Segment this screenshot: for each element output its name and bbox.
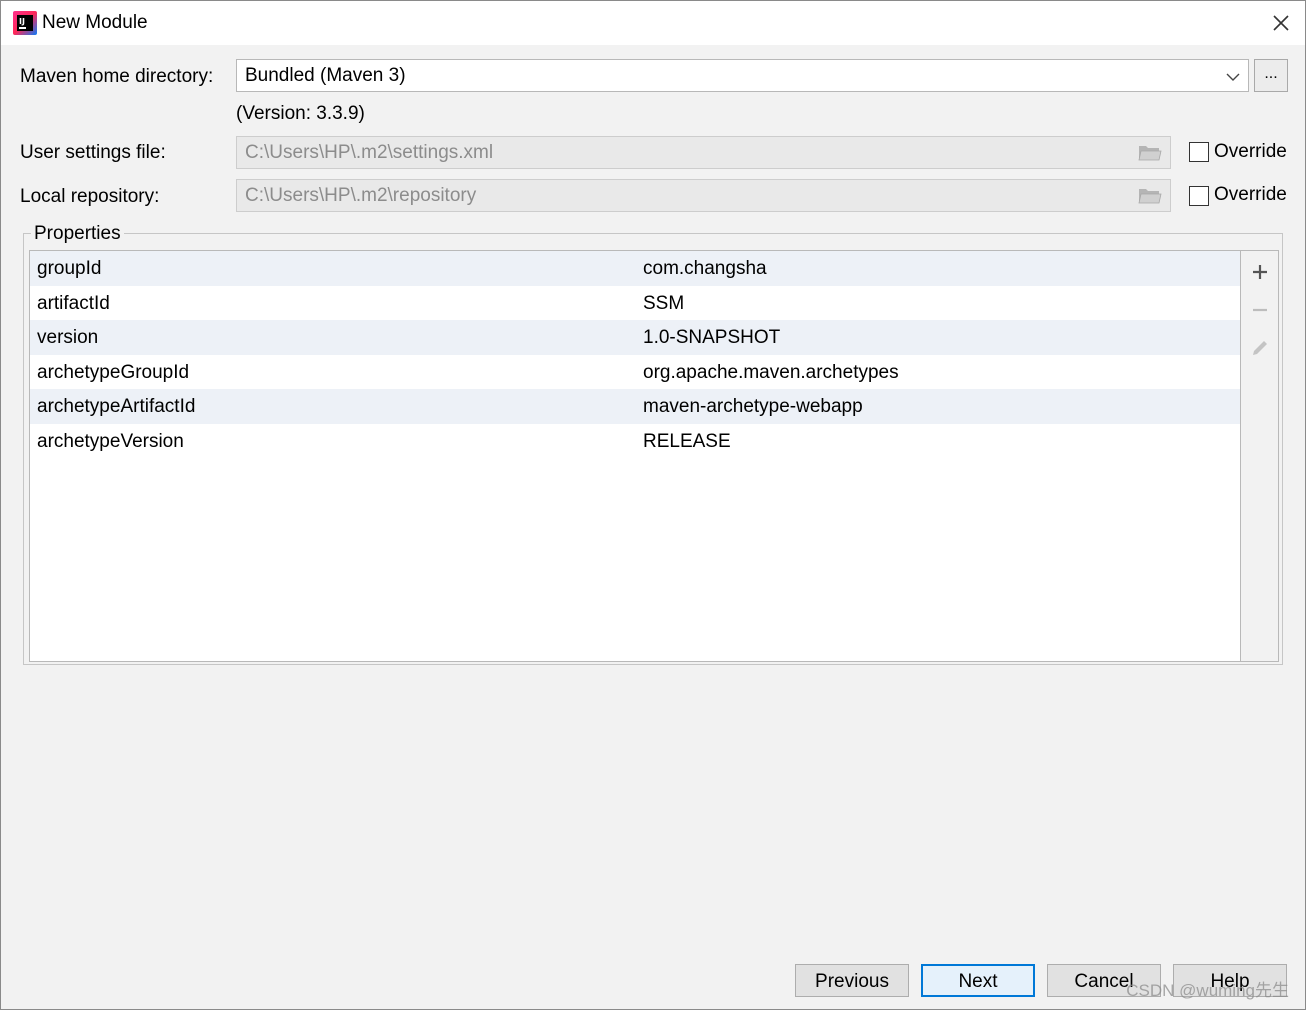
property-key: version — [37, 327, 99, 348]
intellij-app-icon: IJ — [13, 11, 37, 35]
chevron-down-icon[interactable] — [1224, 68, 1242, 86]
property-key: artifactId — [37, 292, 110, 314]
property-value: SSM — [643, 292, 685, 314]
override-user-settings-checkbox[interactable] — [1189, 142, 1209, 162]
close-icon[interactable] — [1269, 11, 1293, 35]
table-row[interactable]: archetypeArtifactId maven-archetype-weba… — [30, 389, 1240, 424]
maven-home-label: Maven home directory: — [20, 66, 214, 87]
title-bar: IJ New Module — [1, 1, 1305, 45]
table-row[interactable]: version 1.0-SNAPSHOT — [30, 320, 1240, 355]
table-row[interactable]: archetypeVersion RELEASE — [30, 424, 1240, 459]
property-value: maven-archetype-webapp — [643, 396, 863, 417]
window-title: New Module — [42, 12, 148, 33]
property-key: archetypeArtifactId — [37, 396, 196, 417]
new-module-dialog: IJ New Module Maven home directory: Bund… — [0, 0, 1306, 1010]
maven-home-combobox[interactable]: Bundled (Maven 3) — [236, 59, 1249, 92]
table-row[interactable]: artifactId SSM — [30, 286, 1240, 321]
remove-icon[interactable] — [1250, 300, 1270, 320]
override-local-repository-checkbox[interactable] — [1189, 186, 1209, 206]
properties-title: Properties — [31, 222, 124, 246]
folder-icon[interactable] — [1138, 186, 1162, 206]
property-value: RELEASE — [643, 430, 731, 452]
previous-button[interactable]: Previous — [795, 964, 909, 997]
user-settings-field[interactable]: C:\Users\HP\.m2\settings.xml — [236, 136, 1171, 169]
property-key: archetypeVersion — [37, 430, 184, 452]
properties-toolbar — [1241, 250, 1279, 662]
property-value: com.changsha — [643, 258, 767, 279]
table-row[interactable]: groupId com.changsha — [30, 251, 1240, 286]
local-repository-value: C:\Users\HP\.m2\repository — [245, 185, 477, 206]
property-value: 1.0-SNAPSHOT — [643, 327, 781, 348]
local-repository-label: Local repository: — [20, 186, 160, 207]
user-settings-label: User settings file: — [20, 142, 166, 163]
edit-icon[interactable] — [1250, 338, 1270, 358]
browse-maven-home-button[interactable]: ... — [1254, 59, 1288, 92]
maven-home-value: Bundled (Maven 3) — [245, 65, 406, 86]
property-key: archetypeGroupId — [37, 361, 190, 383]
svg-text:IJ: IJ — [19, 17, 25, 26]
add-icon[interactable] — [1250, 262, 1270, 282]
override-local-repository-label: Override — [1214, 184, 1287, 205]
folder-icon[interactable] — [1138, 143, 1162, 163]
properties-table[interactable]: groupId com.changsha artifactId SSM vers… — [29, 250, 1241, 662]
watermark: CSDN @wuming先生 — [1126, 981, 1289, 1000]
override-user-settings-label: Override — [1214, 141, 1287, 162]
user-settings-value: C:\Users\HP\.m2\settings.xml — [245, 142, 494, 163]
table-row[interactable]: archetypeGroupId org.apache.maven.archet… — [30, 355, 1240, 390]
next-button[interactable]: Next — [921, 964, 1035, 997]
maven-version-text: (Version: 3.3.9) — [236, 103, 365, 124]
property-value: org.apache.maven.archetypes — [643, 361, 899, 383]
local-repository-field[interactable]: C:\Users\HP\.m2\repository — [236, 179, 1171, 212]
property-key: groupId — [37, 258, 102, 279]
